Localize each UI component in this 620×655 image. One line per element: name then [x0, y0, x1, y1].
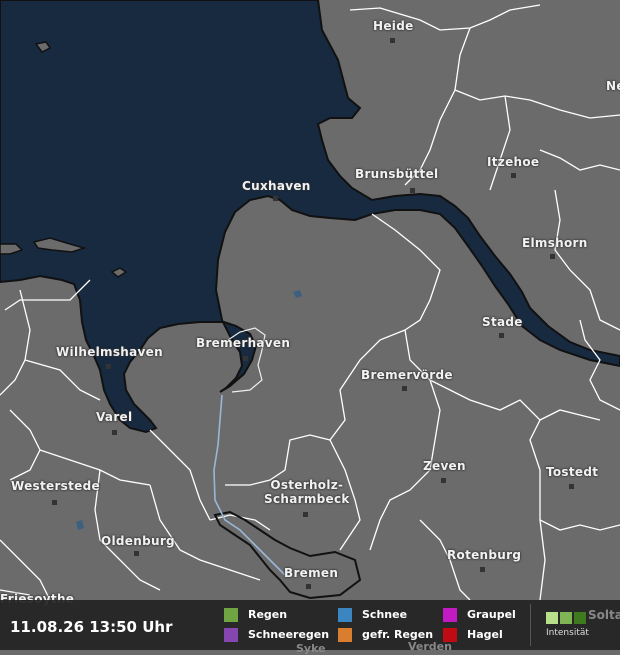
city-dot: [134, 551, 139, 556]
city-label-zeven: Zeven: [423, 459, 466, 473]
city-label-varel: Varel: [96, 410, 133, 424]
city-dot: [480, 567, 485, 572]
city-dot: [273, 196, 278, 201]
timestamp: 11.08.26 13:50 Uhr: [10, 618, 173, 636]
legend-label: Graupel: [467, 608, 516, 621]
city-label-oldenburg: Oldenburg: [101, 534, 175, 548]
city-label-bremervoerde: Bremervörde: [361, 368, 453, 382]
city-dot: [402, 386, 407, 391]
cutoff-label-solta: Solta: [588, 608, 620, 622]
city-label-bremen: Bremen: [284, 566, 339, 580]
city-label-ne: Ne: [606, 79, 620, 93]
legend-bar: 11.08.26 13:50 Uhr Regen Schnee Graupel …: [0, 600, 620, 655]
city-label-osterholz-scharmbeck: Osterholz- Scharmbeck: [264, 478, 350, 506]
intensity-box: [546, 612, 558, 624]
legend-swatch: [224, 628, 238, 642]
city-label-brunsbuettel: Brunsbüttel: [355, 167, 439, 181]
city-label-wilhelmshaven: Wilhelmshaven: [56, 345, 163, 359]
legend-swatch: [338, 608, 352, 622]
city-label-bremerhaven: Bremerhaven: [196, 336, 291, 350]
intensity-box: [574, 612, 586, 624]
city-label-tostedt: Tostedt: [546, 465, 599, 479]
city-dot: [390, 38, 395, 43]
city-dot: [569, 484, 574, 489]
legend-divider: [530, 604, 531, 646]
city-dot: [303, 512, 308, 517]
legend-swatch: [224, 608, 238, 622]
city-dot: [550, 254, 555, 259]
city-label-elmshorn: Elmshorn: [522, 236, 588, 250]
city-dot: [499, 333, 504, 338]
cutoff-label-verden: Verden: [408, 640, 452, 653]
legend-label: Schneeregen: [248, 628, 330, 641]
city-label-itzehoe: Itzehoe: [487, 155, 540, 169]
city-dot: [52, 500, 57, 505]
intensity-box: [560, 612, 572, 624]
city-dot: [410, 188, 415, 193]
legend-label: Schnee: [362, 608, 408, 621]
city-label-stade: Stade: [482, 315, 523, 329]
city-dot: [106, 364, 111, 369]
legend-swatch: [443, 608, 457, 622]
city-label-cuxhaven: Cuxhaven: [242, 179, 311, 193]
map-canvas[interactable]: [0, 0, 620, 650]
legend-swatch: [338, 628, 352, 642]
city-dot: [112, 430, 117, 435]
legend-label: Hagel: [467, 628, 503, 641]
intensity-label: Intensität: [546, 628, 589, 638]
city-label-westerstede: Westerstede: [11, 479, 100, 493]
city-label-heide: Heide: [373, 19, 414, 33]
cutoff-label-syke: Syke: [296, 642, 326, 655]
city-label-rotenburg: Rotenburg: [447, 548, 522, 562]
city-dot: [511, 173, 516, 178]
city-dot: [243, 356, 248, 361]
legend-label: Regen: [248, 608, 288, 621]
city-dot: [306, 584, 311, 589]
city-dot: [441, 478, 446, 483]
